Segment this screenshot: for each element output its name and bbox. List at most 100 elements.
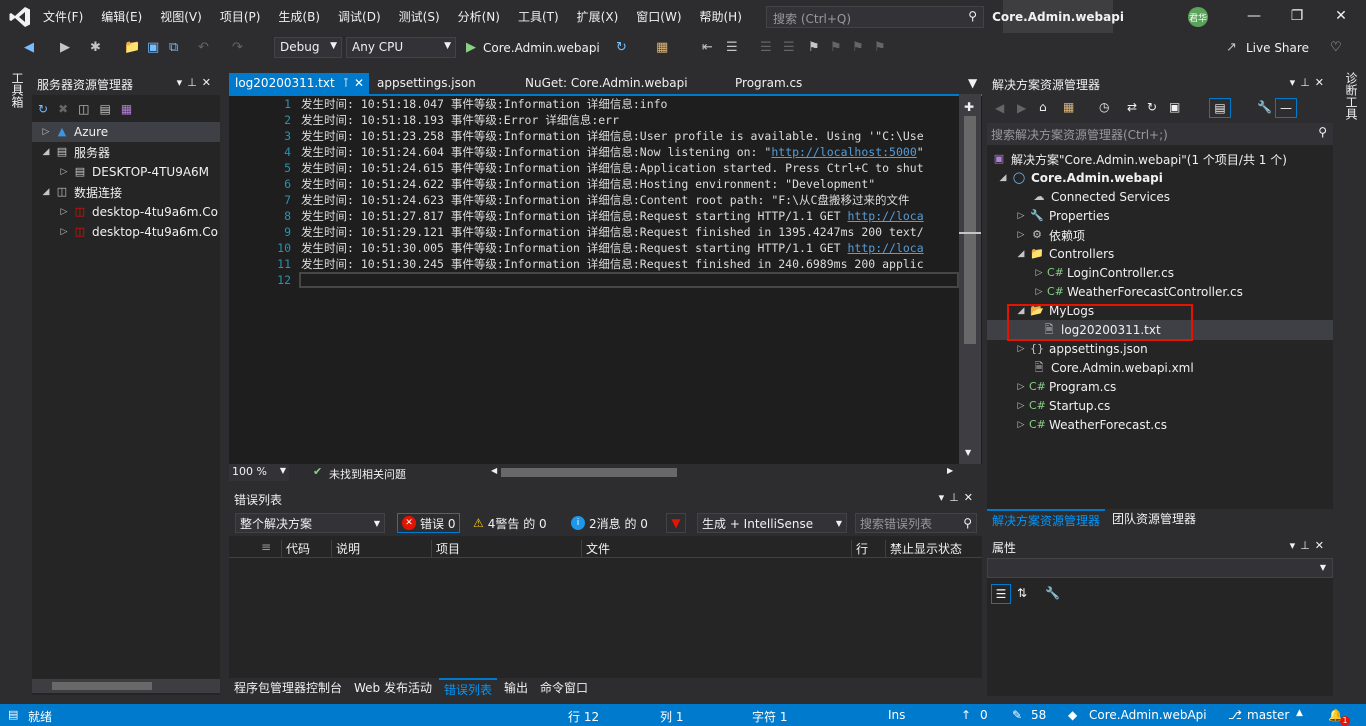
- close-icon[interactable]: ✕: [1333, 8, 1349, 24]
- bookmark-icon[interactable]: ⚑: [808, 39, 820, 57]
- code-link[interactable]: http://loca: [848, 209, 924, 223]
- scope-select[interactable]: 整个解决方案 ▼: [235, 513, 385, 533]
- expand-icon[interactable]: ▷: [56, 207, 72, 217]
- menu-build[interactable]: 生成(B): [269, 8, 329, 25]
- expand-icon[interactable]: ▷: [1013, 211, 1029, 221]
- error-search-input[interactable]: 搜索错误列表 ⚲: [855, 513, 977, 533]
- tree-item-properties[interactable]: ▷ 🔧 Properties: [1013, 206, 1110, 226]
- pending-changes-icon[interactable]: ◷: [1099, 100, 1109, 114]
- expand-icon[interactable]: ▷: [1013, 382, 1029, 392]
- toolbox-tab[interactable]: 工具箱: [9, 72, 26, 108]
- tree-node-azure[interactable]: ▷ ▲ Azure: [32, 122, 220, 142]
- status-up-count[interactable]: 0: [980, 708, 988, 722]
- uncomment-icon[interactable]: ☰: [783, 39, 795, 57]
- messages-filter-button[interactable]: i 2消息 的 0: [571, 513, 648, 533]
- code-line[interactable]: 发生时间: 10:51:24.604 事件等级:Information 详细信息…: [301, 144, 924, 160]
- split-icon[interactable]: ✚: [964, 100, 976, 114]
- expand-icon[interactable]: ▷: [56, 227, 72, 237]
- home-icon[interactable]: ⌂: [1039, 100, 1047, 114]
- close-icon[interactable]: ✕: [354, 76, 364, 90]
- header-file[interactable]: 文件: [581, 540, 610, 558]
- pencil-icon[interactable]: ✎: [1012, 708, 1022, 722]
- tree-item-weather-forecast[interactable]: ▷ C# WeatherForecast.cs: [1013, 415, 1167, 435]
- header-line[interactable]: 行: [851, 540, 868, 558]
- collapse-all-icon[interactable]: ▣: [1169, 100, 1180, 114]
- branch-icon[interactable]: ⎇: [1228, 708, 1242, 722]
- diagnostic-tools-tab[interactable]: 诊断工具: [1343, 72, 1360, 120]
- tab-error-list[interactable]: 错误列表: [439, 678, 498, 697]
- scrollbar-thumb[interactable]: [52, 682, 152, 690]
- undo-icon[interactable]: ↶: [198, 39, 209, 57]
- filter-icon[interactable]: ▼: [666, 513, 686, 533]
- expand-icon[interactable]: ▷: [1031, 287, 1047, 297]
- browser-link-icon[interactable]: ▦: [656, 39, 668, 57]
- expand-icon[interactable]: ▷: [1031, 268, 1047, 278]
- code-line[interactable]: 发生时间: 10:51:24.623 事件等级:Information 详细信息…: [301, 192, 909, 208]
- quick-search-input[interactable]: 搜索 (Ctrl+Q) ⚲: [766, 6, 984, 28]
- tree-item-startup[interactable]: ▷ C# Startup.cs: [1013, 396, 1111, 416]
- horizontal-scrollbar-thumb[interactable]: [501, 468, 677, 477]
- panel-buttons[interactable]: ▾⊥✕: [939, 491, 978, 504]
- scroll-down-icon[interactable]: ▼: [965, 448, 971, 457]
- live-share-button[interactable]: Live Share: [1246, 39, 1309, 57]
- menu-window[interactable]: 窗口(W): [627, 8, 690, 25]
- redo-icon[interactable]: ↷: [232, 39, 243, 57]
- tab-list-dropdown-icon[interactable]: ▼: [962, 73, 983, 94]
- tab-program[interactable]: Program.cs: [729, 73, 808, 94]
- expand-icon[interactable]: ▷: [1013, 230, 1029, 240]
- tab-log-file[interactable]: log20200311.txt ⊺ ✕: [229, 73, 369, 94]
- refresh-icon[interactable]: ↻: [38, 102, 48, 116]
- next-bookmark-icon[interactable]: ⚑: [852, 39, 864, 57]
- clear-bookmark-icon[interactable]: ⚑: [874, 39, 886, 57]
- refresh-icon[interactable]: ↻: [1147, 100, 1157, 114]
- code-line[interactable]: 发生时间: 10:51:24.622 事件等级:Information 详细信息…: [301, 176, 875, 192]
- tab-package-manager-console[interactable]: 程序包管理器控制台: [229, 678, 347, 696]
- menu-extensions[interactable]: 扩展(X): [568, 8, 628, 25]
- project-node[interactable]: ◢ ◯ Core.Admin.webapi: [995, 168, 1163, 188]
- expand-icon[interactable]: ▷: [1013, 344, 1029, 354]
- maximize-icon[interactable]: ❐: [1289, 8, 1305, 24]
- back-icon[interactable]: ◀: [24, 39, 34, 57]
- menu-help[interactable]: 帮助(H): [691, 8, 751, 25]
- tab-appsettings[interactable]: appsettings.json: [371, 73, 482, 94]
- code-line[interactable]: 发生时间: 10:51:30.005 事件等级:Information 详细信息…: [301, 240, 924, 256]
- properties-object-select[interactable]: ▼: [987, 558, 1333, 578]
- expand-icon[interactable]: ▷: [38, 127, 54, 137]
- tree-item-program[interactable]: ▷ C# Program.cs: [1013, 377, 1117, 397]
- tab-output[interactable]: 输出: [499, 678, 533, 696]
- step-icon[interactable]: ⇤: [702, 39, 713, 57]
- save-all-icon[interactable]: ⧉: [169, 39, 178, 57]
- comment-icon[interactable]: ☰: [760, 39, 772, 57]
- solution-node[interactable]: ▣ 解决方案"Core.Admin.webapi"(1 个项目/共 1 个): [991, 149, 1287, 169]
- save-icon[interactable]: ▣: [147, 39, 159, 57]
- property-pages-icon[interactable]: 🔧: [1045, 586, 1060, 600]
- run-target-button[interactable]: Core.Admin.webapi: [483, 39, 600, 57]
- scroll-left-icon[interactable]: ◀: [491, 466, 497, 475]
- start-debug-icon[interactable]: ▶: [466, 39, 476, 57]
- sync-icon[interactable]: ⇄: [1127, 100, 1137, 114]
- vertical-scrollbar[interactable]: ✚ ▼: [959, 94, 981, 464]
- open-folder-icon[interactable]: 📁: [124, 39, 140, 57]
- tab-web-publish[interactable]: Web 发布活动: [349, 678, 437, 696]
- tab-nuget[interactable]: NuGet: Core.Admin.webapi: [519, 73, 694, 94]
- new-project-icon[interactable]: ✱: [90, 39, 101, 57]
- solution-search-input[interactable]: 搜索解决方案资源管理器(Ctrl+;) ⚲: [987, 123, 1333, 145]
- warnings-filter-button[interactable]: ⚠ 4警告 的 0: [473, 513, 547, 533]
- configuration-select[interactable]: Debug ▼: [274, 37, 342, 58]
- arrow-up-icon[interactable]: ↑: [961, 708, 971, 722]
- collapse-icon[interactable]: ◢: [38, 147, 54, 157]
- code-line[interactable]: 发生时间: 10:51:27.817 事件等级:Information 详细信息…: [301, 208, 924, 224]
- stop-icon[interactable]: ✖: [58, 102, 68, 116]
- panel-buttons[interactable]: ▾⊥✕: [177, 76, 216, 89]
- expand-icon[interactable]: ▷: [1013, 401, 1029, 411]
- preview-icon[interactable]: —: [1275, 98, 1297, 118]
- tree-item-appsettings[interactable]: ▷ {} appsettings.json: [1013, 339, 1148, 359]
- code-line[interactable]: 发生时间: 10:51:30.245 事件等级:Information 详细信息…: [301, 256, 924, 272]
- build-filter-select[interactable]: 生成 + IntelliSense ▼: [697, 513, 847, 533]
- code-line[interactable]: 发生时间: 10:51:18.193 事件等级:Error 详细信息:err: [301, 112, 619, 128]
- align-icon[interactable]: ☰: [726, 39, 738, 57]
- code-link[interactable]: http://localhost:5000: [771, 145, 916, 159]
- tab-command-window[interactable]: 命令窗口: [535, 678, 593, 696]
- tree-item-weather-controller[interactable]: ▷ C# WeatherForecastController.cs: [1031, 282, 1243, 302]
- forward-icon[interactable]: ▶: [1017, 101, 1026, 115]
